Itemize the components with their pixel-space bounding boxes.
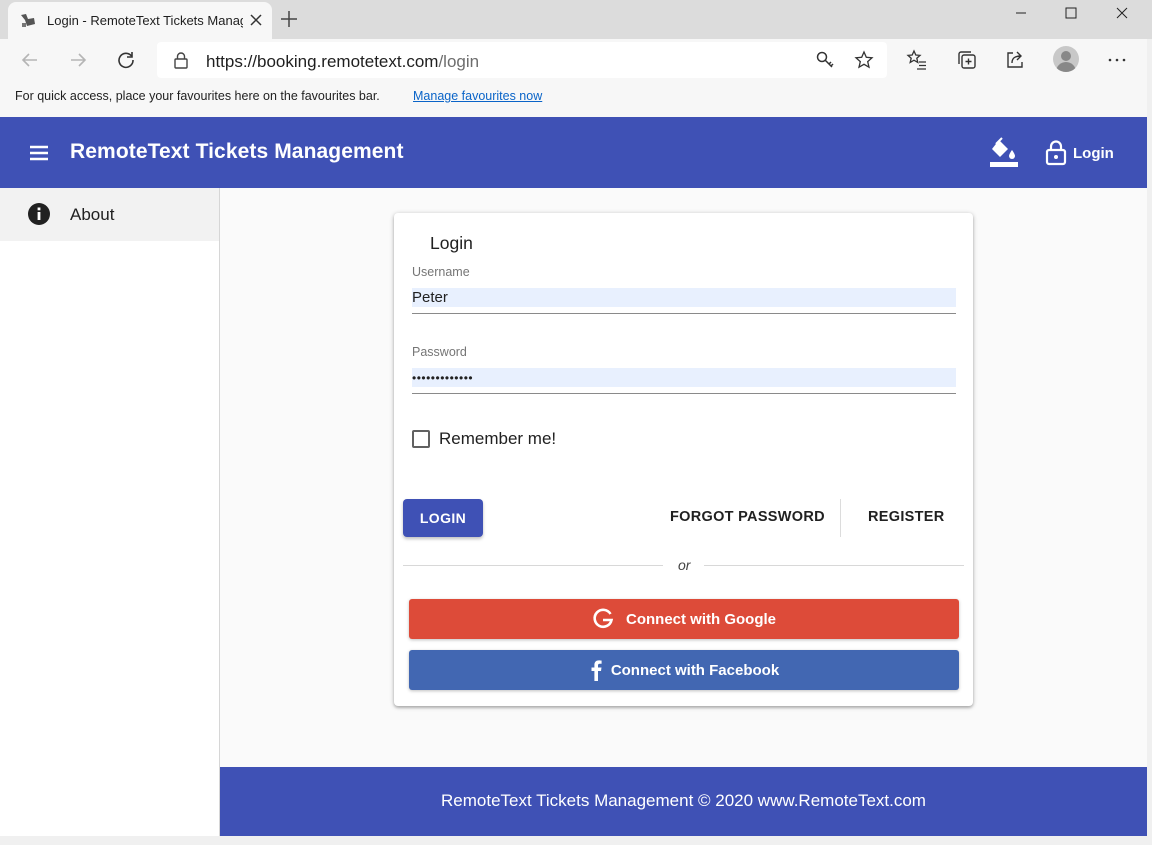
address-bar[interactable]: https://booking.remotetext.com/login [157,42,887,78]
password-label: Password [412,345,467,359]
google-icon [592,608,614,630]
or-divider-right [704,565,964,566]
lock-icon[interactable] [174,52,188,69]
or-text: or [678,557,691,573]
login-card-title: Login [430,233,473,253]
password-input[interactable] [412,368,956,387]
login-button[interactable]: LOGIN [403,499,483,537]
browser-toolbar: https://booking.remotetext.com/login [0,39,1152,82]
collections-icon [958,51,976,69]
connect-facebook-label: Connect with Facebook [610,661,780,679]
window-edge-bottom [0,836,1152,845]
or-divider-left [403,565,663,566]
password-underline [412,393,956,394]
remember-me-checkbox[interactable] [412,430,430,448]
login-card: Login Username Password Remember me! LOG… [394,213,973,706]
back-arrow-icon [21,53,37,67]
maximize-icon [1065,7,1077,19]
button-divider [840,499,841,537]
close-window-button[interactable] [1099,0,1145,26]
profile-avatar[interactable] [1053,46,1079,72]
facebook-icon [589,659,603,681]
hamburger-menu-icon[interactable] [27,141,51,165]
remember-me-label[interactable]: Remember me! [439,429,556,449]
manage-favourites-link[interactable]: Manage favourites now [413,89,542,103]
new-tab-icon[interactable] [279,9,299,29]
app-footer: RemoteText Tickets Management © 2020 www… [220,767,1147,836]
address-url[interactable]: https://booking.remotetext.com/login [206,52,479,72]
connect-google-label: Connect with Google [626,610,776,628]
connect-google-button[interactable]: Connect with Google [409,599,959,639]
favourites-bar: For quick access, place your favourites … [0,82,1152,117]
header-login-label: Login [1073,144,1114,162]
browser-tab[interactable]: Login - RemoteText Tickets Management [8,2,272,39]
key-icon[interactable] [815,50,835,70]
profile-icon [1056,51,1076,72]
refresh-icon [118,52,134,69]
settings-more-button[interactable] [1105,48,1129,72]
favourite-star-icon[interactable] [854,50,874,70]
site-favicon-icon [21,14,35,27]
forgot-password-button[interactable]: FORGOT PASSWORD [670,509,825,525]
favourites-hint: For quick access, place your favourites … [15,89,380,103]
favourites-list-icon [906,49,926,70]
close-icon [1116,7,1128,19]
share-icon [1007,51,1023,68]
forward-arrow-icon [71,53,87,67]
footer-text: RemoteText Tickets Management © 2020 www… [441,791,926,810]
app-header: RemoteText Tickets Management Login [0,117,1147,188]
favourites-button[interactable] [905,48,929,72]
window-edge-right [1147,39,1152,845]
refresh-button[interactable] [114,48,138,72]
header-login-button[interactable]: Login [1045,138,1114,168]
minimize-icon [1016,12,1026,14]
url-host: https://booking.remotetext.com [206,52,439,71]
info-icon [28,203,50,225]
share-button[interactable] [1003,48,1027,72]
username-input[interactable] [412,288,956,307]
username-underline [412,313,956,314]
browser-tab-bar: Login - RemoteText Tickets Management [0,0,1152,39]
sidebar-item-label: About [70,205,115,224]
close-tab-icon[interactable] [247,11,265,29]
username-label: Username [412,265,470,279]
minimize-window-button[interactable] [998,0,1044,26]
collections-button[interactable] [955,48,979,72]
url-path: /login [438,52,480,71]
connect-facebook-button[interactable]: Connect with Facebook [409,650,959,690]
app-title: RemoteText Tickets Management [70,140,404,163]
forward-button[interactable] [66,48,90,72]
tab-title: Login - RemoteText Tickets Management [47,13,243,28]
back-button[interactable] [18,48,42,72]
maximize-window-button[interactable] [1048,0,1094,26]
more-dots-icon [1108,58,1126,62]
sidebar: About [0,188,220,836]
sidebar-item-about[interactable]: About [0,188,219,241]
lock-open-icon [1045,140,1067,166]
register-button[interactable]: REGISTER [868,509,945,525]
paint-bucket-icon[interactable] [988,137,1020,169]
